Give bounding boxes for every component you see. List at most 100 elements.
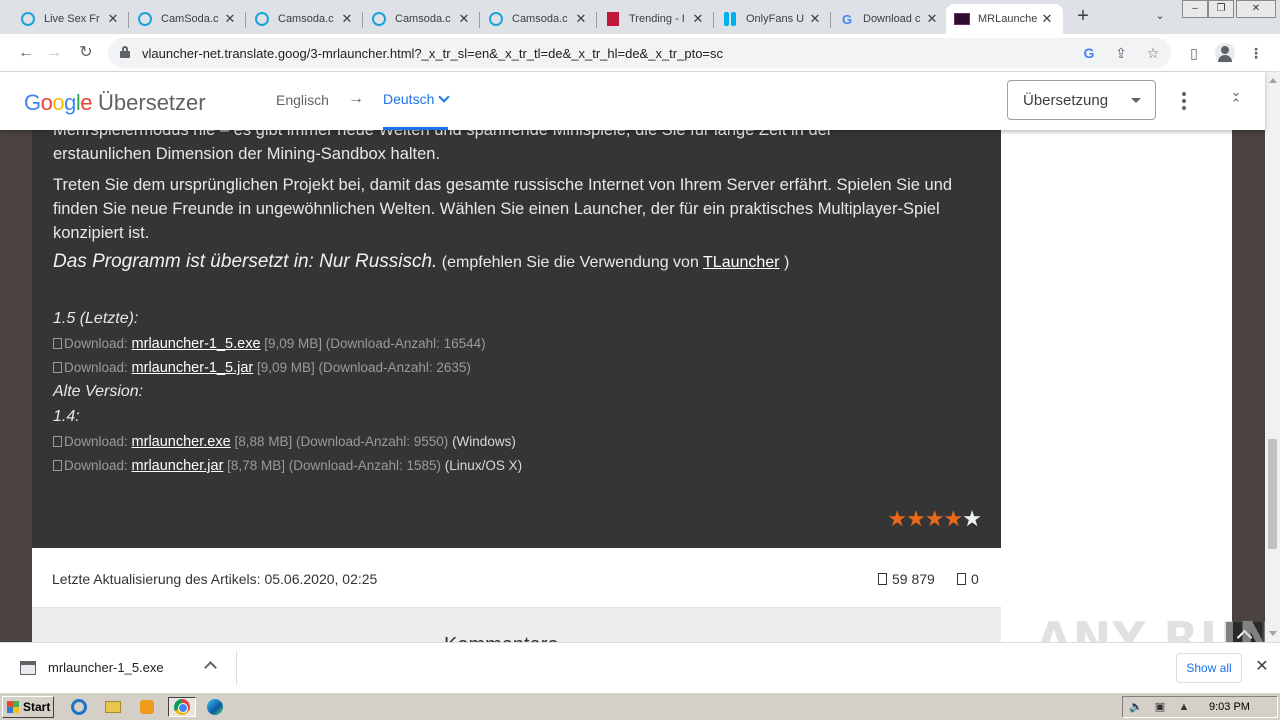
folder-icon[interactable] <box>102 697 124 717</box>
tab-title: Trending - I <box>629 13 685 25</box>
page-scrollbar[interactable] <box>1265 72 1280 642</box>
download-link[interactable]: mrlauncher.exe <box>132 434 231 450</box>
recommend-suffix: ) <box>779 254 790 271</box>
eye-icon <box>878 573 887 585</box>
camsoda-icon <box>254 11 270 27</box>
chrome-taskbar-icon[interactable] <box>168 697 196 717</box>
arrow-right-icon: → <box>348 90 364 107</box>
windows-taskbar: Start 🔈 ▣ ▲ 9:03 PM <box>0 692 1280 720</box>
star-filled-icon[interactable]: ★ <box>925 506 945 531</box>
edge-icon[interactable] <box>204 697 226 717</box>
close-tab-icon[interactable]: ✕ <box>456 11 472 27</box>
article-paragraph: Treten Sie dem ursprünglichen Projekt be… <box>53 176 953 242</box>
network-icon[interactable]: ▣ <box>1153 700 1167 714</box>
views-counter: 59 879 <box>878 571 935 587</box>
google-logo: Google <box>24 90 93 115</box>
star-empty-icon[interactable]: ★ <box>962 506 982 531</box>
reload-icon[interactable]: ↻ <box>74 41 98 65</box>
trending-icon <box>605 11 621 27</box>
close-tab-icon[interactable]: ✕ <box>339 11 355 27</box>
recommend-prefix: (empfehlen Sie die Verwendung von <box>437 254 704 271</box>
comment-icon <box>957 573 966 585</box>
tab-search-chevron-icon[interactable]: ⌄ <box>1152 9 1168 25</box>
start-button[interactable]: Start <box>2 696 54 718</box>
forward-icon[interactable]: → <box>42 41 66 65</box>
chevron-up-icon[interactable] <box>204 661 217 674</box>
tab-active-mrlauncher[interactable]: MRLaunche ✕ <box>946 4 1063 34</box>
volume-icon[interactable]: 🔈 <box>1129 700 1143 714</box>
url-text[interactable]: vlauncher-net.translate.goog/3-mrlaunche… <box>142 46 723 61</box>
google-translate-logo: Google Übersetzer <box>24 90 206 116</box>
star-filled-icon[interactable]: ★ <box>906 506 926 531</box>
close-tab-icon[interactable]: ✕ <box>690 11 706 27</box>
new-tab-icon[interactable]: + <box>1072 6 1094 28</box>
tab-7[interactable]: OnlyFans U ✕ <box>714 4 831 34</box>
restore-icon[interactable]: ❐ <box>1208 0 1234 18</box>
collapse-bar-icon[interactable]: ⌄ ⌃ <box>1226 85 1246 116</box>
security-icon[interactable]: ▲ <box>1177 700 1191 714</box>
last-updated-text: Letzte Aktualisierung des Artikels: 05.0… <box>52 571 378 587</box>
download-shelf: mrlauncher-1_5.exe Show all ✕ <box>0 642 1280 692</box>
download-row: Download: mrlauncher-1_5.jar [9,09 MB] (… <box>53 360 471 376</box>
tab-2[interactable]: CamSoda.c ✕ <box>129 4 246 34</box>
menu-kebab-icon[interactable]: ⋮ <box>1246 43 1266 63</box>
lock-icon[interactable] <box>120 46 130 58</box>
google-translate-bar: Google Übersetzer Englisch → Deutsch Über… <box>0 72 1265 130</box>
download-link[interactable]: mrlauncher.jar <box>132 458 224 474</box>
downloaded-file-name[interactable]: mrlauncher-1_5.exe <box>48 660 164 675</box>
profile-avatar-icon[interactable] <box>1215 43 1235 63</box>
minimize-icon[interactable]: – <box>1182 0 1208 18</box>
show-all-button[interactable]: Show all <box>1176 653 1242 683</box>
tlauncher-link[interactable]: TLauncher <box>703 254 780 271</box>
address-bar[interactable]: vlauncher-net.translate.goog/3-mrlaunche… <box>108 38 1171 68</box>
google-icon: G <box>841 11 853 27</box>
download-link[interactable]: mrlauncher-1_5.exe <box>132 336 261 352</box>
onlyfans-icon <box>722 11 738 27</box>
star-filled-icon[interactable]: ★ <box>887 506 907 531</box>
scroll-down-icon[interactable] <box>1269 631 1277 636</box>
tab-title: Download c <box>863 13 921 25</box>
camsoda-icon <box>137 11 153 27</box>
tab-5[interactable]: Camsoda.c ✕ <box>480 4 597 34</box>
star-filled-icon[interactable]: ★ <box>944 506 964 531</box>
tab-3[interactable]: Camsoda.c ✕ <box>246 4 363 34</box>
tab-8[interactable]: G Download c ✕ <box>831 4 948 34</box>
scrollbar-thumb[interactable] <box>1268 439 1277 549</box>
comments-counter: 0 <box>957 571 979 587</box>
tab-6[interactable]: Trending - I ✕ <box>597 4 714 34</box>
close-shelf-icon[interactable]: ✕ <box>1254 657 1270 677</box>
right-sidebar <box>1001 72 1232 642</box>
windows-flag-icon <box>7 701 19 713</box>
share-icon[interactable]: ⇪ <box>1112 44 1130 62</box>
side-panel-icon[interactable]: ▯ <box>1184 43 1204 63</box>
source-language[interactable]: Englisch <box>276 92 329 108</box>
close-tab-icon[interactable]: ✕ <box>105 11 121 27</box>
bookmark-star-icon[interactable]: ☆ <box>1144 44 1162 62</box>
close-window-icon[interactable]: ✕ <box>1236 0 1276 18</box>
translation-mode-select[interactable]: Übersetzung <box>1007 80 1156 120</box>
browser-toolbar: ← → ↻ vlauncher-net.translate.goog/3-mrl… <box>0 34 1280 72</box>
media-player-icon[interactable] <box>136 697 158 717</box>
tab-title: Camsoda.c <box>278 13 334 25</box>
download-icon <box>53 436 62 447</box>
close-tab-icon[interactable]: ✕ <box>924 11 940 27</box>
google-translate-icon[interactable]: G <box>1080 44 1098 62</box>
tab-title: Camsoda.c <box>512 13 568 25</box>
close-tab-icon[interactable]: ✕ <box>807 11 823 27</box>
more-options-icon[interactable] <box>1174 90 1194 112</box>
tab-4[interactable]: Camsoda.c ✕ <box>363 4 480 34</box>
internet-explorer-icon[interactable] <box>68 697 90 717</box>
star-rating[interactable]: ★★★★★ <box>887 506 982 532</box>
close-tab-icon[interactable]: ✕ <box>1039 11 1055 27</box>
close-tab-icon[interactable]: ✕ <box>573 11 589 27</box>
download-icon <box>53 338 62 349</box>
back-icon[interactable]: ← <box>14 41 38 65</box>
close-tab-icon[interactable]: ✕ <box>222 11 238 27</box>
scroll-up-icon[interactable] <box>1269 78 1277 83</box>
tab-title: OnlyFans U <box>746 13 805 25</box>
target-language-dropdown[interactable]: Deutsch <box>383 72 451 130</box>
clock: 9:03 PM <box>1209 701 1250 713</box>
download-link[interactable]: mrlauncher-1_5.jar <box>132 360 254 376</box>
tab-1[interactable]: Live Sex Fr ✕ <box>12 4 129 34</box>
chevron-down-icon <box>438 91 451 103</box>
